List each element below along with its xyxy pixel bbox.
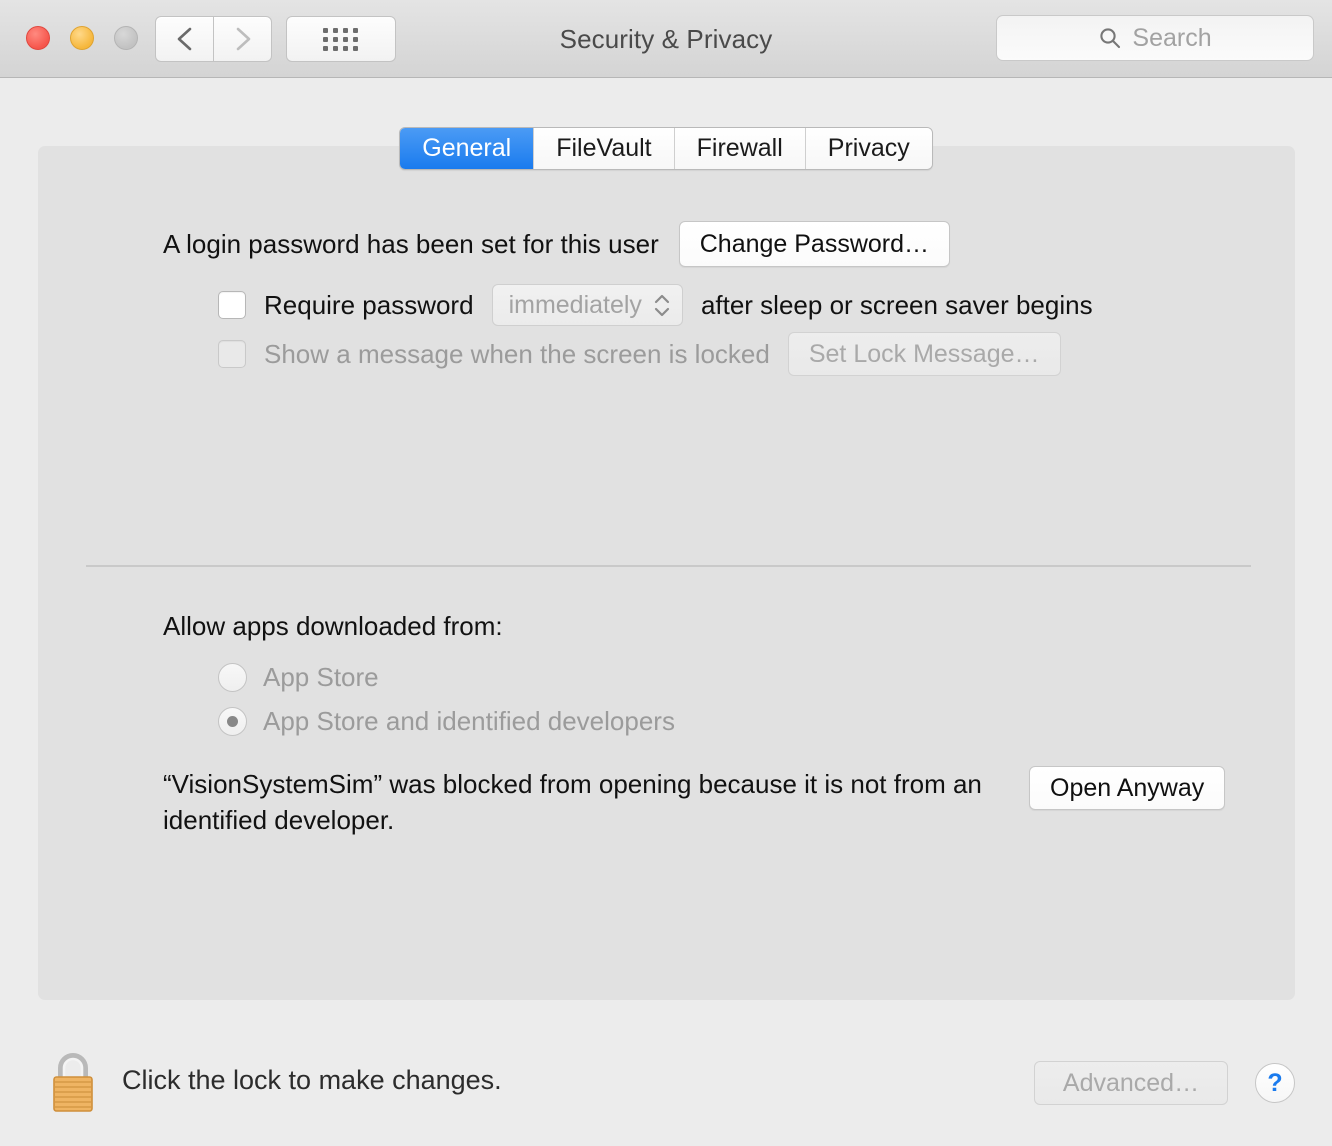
radio-selected-dot bbox=[227, 716, 238, 727]
help-button[interactable]: ? bbox=[1255, 1063, 1295, 1103]
back-button[interactable] bbox=[155, 16, 214, 62]
change-password-button[interactable]: Change Password… bbox=[678, 221, 951, 267]
allow-apps-heading: Allow apps downloaded from: bbox=[163, 611, 503, 641]
search-icon bbox=[1100, 28, 1121, 49]
titlebar: Security & Privacy Search bbox=[0, 0, 1332, 78]
forward-button[interactable] bbox=[214, 16, 272, 62]
chevron-right-icon bbox=[236, 27, 250, 51]
tab-firewall[interactable]: Firewall bbox=[673, 128, 805, 169]
tab-filevault[interactable]: FileVault bbox=[533, 128, 674, 169]
set-lock-message-button[interactable]: Set Lock Message… bbox=[787, 332, 1061, 376]
chevron-down-icon bbox=[654, 307, 670, 316]
require-password-delay-value: immediately bbox=[508, 290, 642, 319]
radio-app-store-row[interactable]: App Store bbox=[218, 662, 379, 693]
password-status-row: A login password has been set for this u… bbox=[163, 221, 951, 267]
advanced-button[interactable]: Advanced… bbox=[1034, 1061, 1228, 1105]
padlock-closed-icon bbox=[53, 1053, 93, 1112]
search-field[interactable]: Search bbox=[996, 15, 1314, 61]
chevron-left-icon bbox=[177, 27, 191, 51]
radio-app-store-label: App Store bbox=[263, 662, 379, 692]
require-password-label: Require password bbox=[264, 289, 474, 320]
lock-button[interactable] bbox=[46, 1048, 100, 1116]
open-anyway-button[interactable]: Open Anyway bbox=[1029, 766, 1226, 810]
section-divider bbox=[86, 565, 1251, 567]
search-placeholder: Search bbox=[1132, 23, 1212, 52]
security-privacy-window: Security & Privacy Search General FileVa… bbox=[0, 0, 1332, 1146]
allow-apps-heading-row: Allow apps downloaded from: bbox=[163, 611, 503, 642]
minimize-button[interactable] bbox=[70, 26, 94, 50]
lock-instruction-text: Click the lock to make changes. bbox=[122, 1065, 502, 1095]
radio-app-store-identified-row[interactable]: App Store and identified developers bbox=[218, 706, 675, 737]
general-pane: A login password has been set for this u… bbox=[38, 146, 1295, 1000]
chevron-up-icon bbox=[654, 294, 670, 303]
tab-privacy[interactable]: Privacy bbox=[804, 128, 932, 169]
require-password-checkbox[interactable] bbox=[218, 291, 246, 319]
navigation-buttons bbox=[155, 16, 272, 62]
window-controls bbox=[26, 26, 138, 50]
show-lock-message-label: Show a message when the screen is locked bbox=[264, 338, 770, 369]
lock-message-row: Show a message when the screen is locked… bbox=[218, 332, 1061, 376]
show-all-grid-icon bbox=[323, 27, 359, 51]
require-password-row: Require password immediately after sleep… bbox=[218, 284, 1093, 326]
radio-app-store-and-identified-developers[interactable] bbox=[218, 707, 247, 736]
show-all-button[interactable] bbox=[286, 16, 396, 62]
radio-app-store[interactable] bbox=[218, 663, 247, 692]
tab-bar: General FileVault Firewall Privacy bbox=[0, 127, 1332, 170]
show-lock-message-checkbox[interactable] bbox=[218, 340, 246, 368]
require-password-suffix-label: after sleep or screen saver begins bbox=[700, 289, 1093, 320]
blocked-app-message: “VisionSystemSim” was blocked from openi… bbox=[163, 769, 982, 835]
zoom-button bbox=[114, 26, 138, 50]
radio-app-store-identified-label: App Store and identified developers bbox=[263, 706, 675, 736]
close-button[interactable] bbox=[26, 26, 50, 50]
stepper-arrows-icon bbox=[654, 294, 670, 317]
password-status-label: A login password has been set for this u… bbox=[163, 228, 659, 259]
tab-general[interactable]: General bbox=[400, 128, 534, 169]
require-password-delay-popup[interactable]: immediately bbox=[491, 284, 683, 326]
